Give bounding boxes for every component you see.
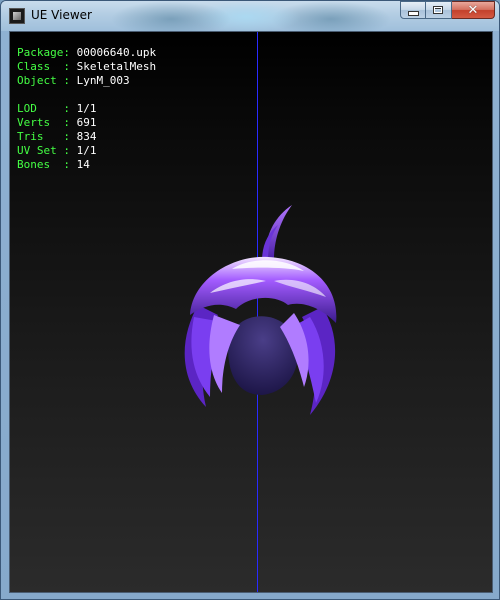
info-label: Package: (17, 46, 77, 59)
info-package: Package: 00006640.upk (17, 46, 156, 60)
stat-label: UV Set : (17, 144, 77, 157)
stat-tris: Tris : 834 (17, 130, 156, 144)
stat-verts: Verts : 691 (17, 116, 156, 130)
maximize-icon (433, 6, 443, 14)
close-button[interactable]: ✕ (452, 1, 495, 19)
window-title: UE Viewer (31, 8, 92, 22)
3d-viewport[interactable]: Package: 00006640.upk Class : SkeletalMe… (9, 31, 493, 593)
caption-buttons: ✕ (400, 1, 495, 21)
maximize-button[interactable] (426, 1, 452, 19)
hair-spike (262, 205, 292, 261)
info-value: SkeletalMesh (76, 60, 157, 73)
stat-uvset: UV Set : 1/1 (17, 144, 156, 158)
info-object: Object : LynM_003 (17, 74, 156, 88)
title-bar[interactable]: UE Viewer ✕ (1, 1, 499, 31)
stat-value: 834 (76, 130, 97, 143)
minimize-icon (409, 12, 418, 15)
app-window: UE Viewer ✕ Package: 00006640.upk Class … (0, 0, 500, 600)
mesh-info-overlay: Package: 00006640.upk Class : SkeletalMe… (17, 46, 156, 172)
stat-bones: Bones : 14 (17, 158, 156, 172)
close-icon: ✕ (467, 3, 479, 18)
info-value: LynM_003 (76, 74, 130, 87)
info-label: Object : (17, 74, 77, 87)
stat-label: Bones : (17, 158, 77, 171)
stat-lod: LOD : 1/1 (17, 102, 156, 116)
hair-mesh-render[interactable] (170, 197, 350, 427)
stat-label: LOD : (17, 102, 77, 115)
stat-value: 1/1 (76, 144, 97, 157)
info-label: Class : (17, 60, 77, 73)
stat-label: Tris : (17, 130, 77, 143)
stat-value: 691 (76, 116, 97, 129)
stat-value: 1/1 (76, 102, 97, 115)
info-value: 00006640.upk (76, 46, 157, 59)
stat-label: Verts : (17, 116, 77, 129)
info-class: Class : SkeletalMesh (17, 60, 156, 74)
app-icon[interactable] (9, 8, 25, 24)
stat-value: 14 (76, 158, 90, 171)
minimize-button[interactable] (400, 1, 426, 19)
